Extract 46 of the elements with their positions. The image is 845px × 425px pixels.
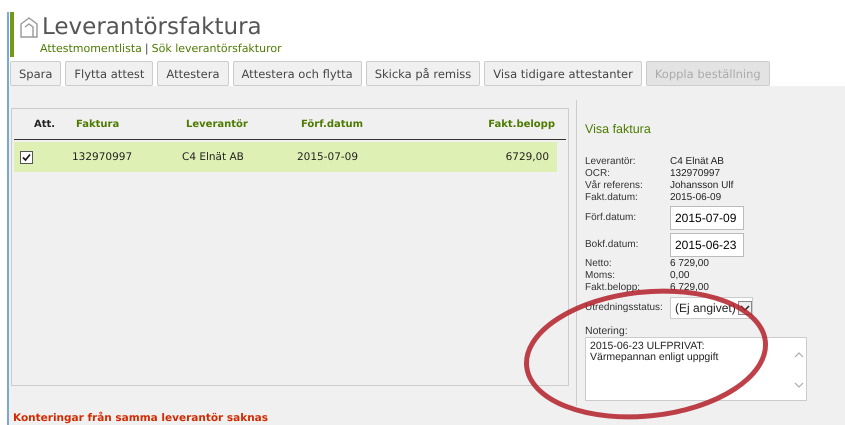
field-label: OCR:	[585, 168, 611, 180]
toolbar-button[interactable]: Attestera	[157, 61, 229, 86]
nav-link[interactable]: Sök leverantörsfakturor	[152, 42, 282, 55]
section-title: Visa faktura	[585, 122, 652, 136]
page-title: Leverantörsfaktura	[42, 13, 262, 42]
warning-message: Konteringar från samma leverantör saknas	[12, 410, 270, 424]
house-icon	[20, 16, 38, 38]
toolbar-button[interactable]: Skicka på remiss	[366, 61, 480, 86]
toolbar-button[interactable]: Visa tidigare attestanter	[484, 61, 642, 86]
column-header[interactable]: Förf.datum	[289, 118, 429, 130]
column-header[interactable]: Leverantör	[174, 118, 289, 130]
field-label: Förf.datum:	[585, 212, 638, 224]
table-row[interactable]: 132970997 C4 Elnät AB 2015-07-09 6729,00	[14, 142, 557, 172]
scroll-down-icon[interactable]	[794, 382, 804, 388]
field-label: Bokf.datum:	[585, 238, 640, 250]
toolbar-button[interactable]: Spara	[10, 61, 62, 86]
field-label: Vår referens:	[585, 180, 644, 192]
field-value: 2015-06-09	[670, 192, 722, 204]
table-cell-text: C4 Elnät AB	[181, 151, 245, 163]
field-label: Netto:	[585, 258, 613, 270]
table-cell-text: 2015-07-09	[296, 151, 360, 163]
link-separator: |	[144, 42, 149, 55]
field-label: Fakt.belopp:	[585, 282, 642, 294]
note-textarea[interactable]: 2015-06-23 ULFPRIVAT: Värmepannan enligt uppgift	[585, 337, 807, 401]
field-label: Leverantör:	[585, 156, 637, 168]
field-label: Notering:	[585, 325, 629, 337]
field-value: C4 Elnät AB	[670, 156, 725, 168]
column-header[interactable]: Att.	[14, 118, 64, 130]
table-cell-text: 132970997	[71, 151, 134, 163]
scroll-up-icon[interactable]	[794, 352, 804, 358]
field-label: Moms:	[585, 270, 616, 282]
date-field[interactable]: 2015-07-09	[670, 206, 744, 230]
toolbar-button[interactable]: Flytta attest	[65, 61, 154, 86]
checkbox[interactable]	[20, 150, 33, 164]
field-value: 0,00	[670, 270, 690, 282]
field-value: 6 729,00	[670, 258, 710, 270]
toolbar-button[interactable]: Attestera och flytta	[232, 61, 362, 86]
field-value: 132970997	[670, 168, 722, 180]
table-cell-text: 6729,00	[504, 151, 549, 163]
field-value: Johansson Ulf	[670, 180, 734, 192]
field-label: Fakt.datum:	[585, 192, 639, 204]
column-header[interactable]: Faktura	[64, 118, 174, 130]
date-field[interactable]: 2015-06-23	[670, 232, 744, 256]
column-header[interactable]: Fakt.belopp	[429, 118, 559, 130]
field-label: Utredningsstatus:	[585, 302, 664, 314]
nav-link[interactable]: Attestmomentlista	[40, 42, 142, 55]
